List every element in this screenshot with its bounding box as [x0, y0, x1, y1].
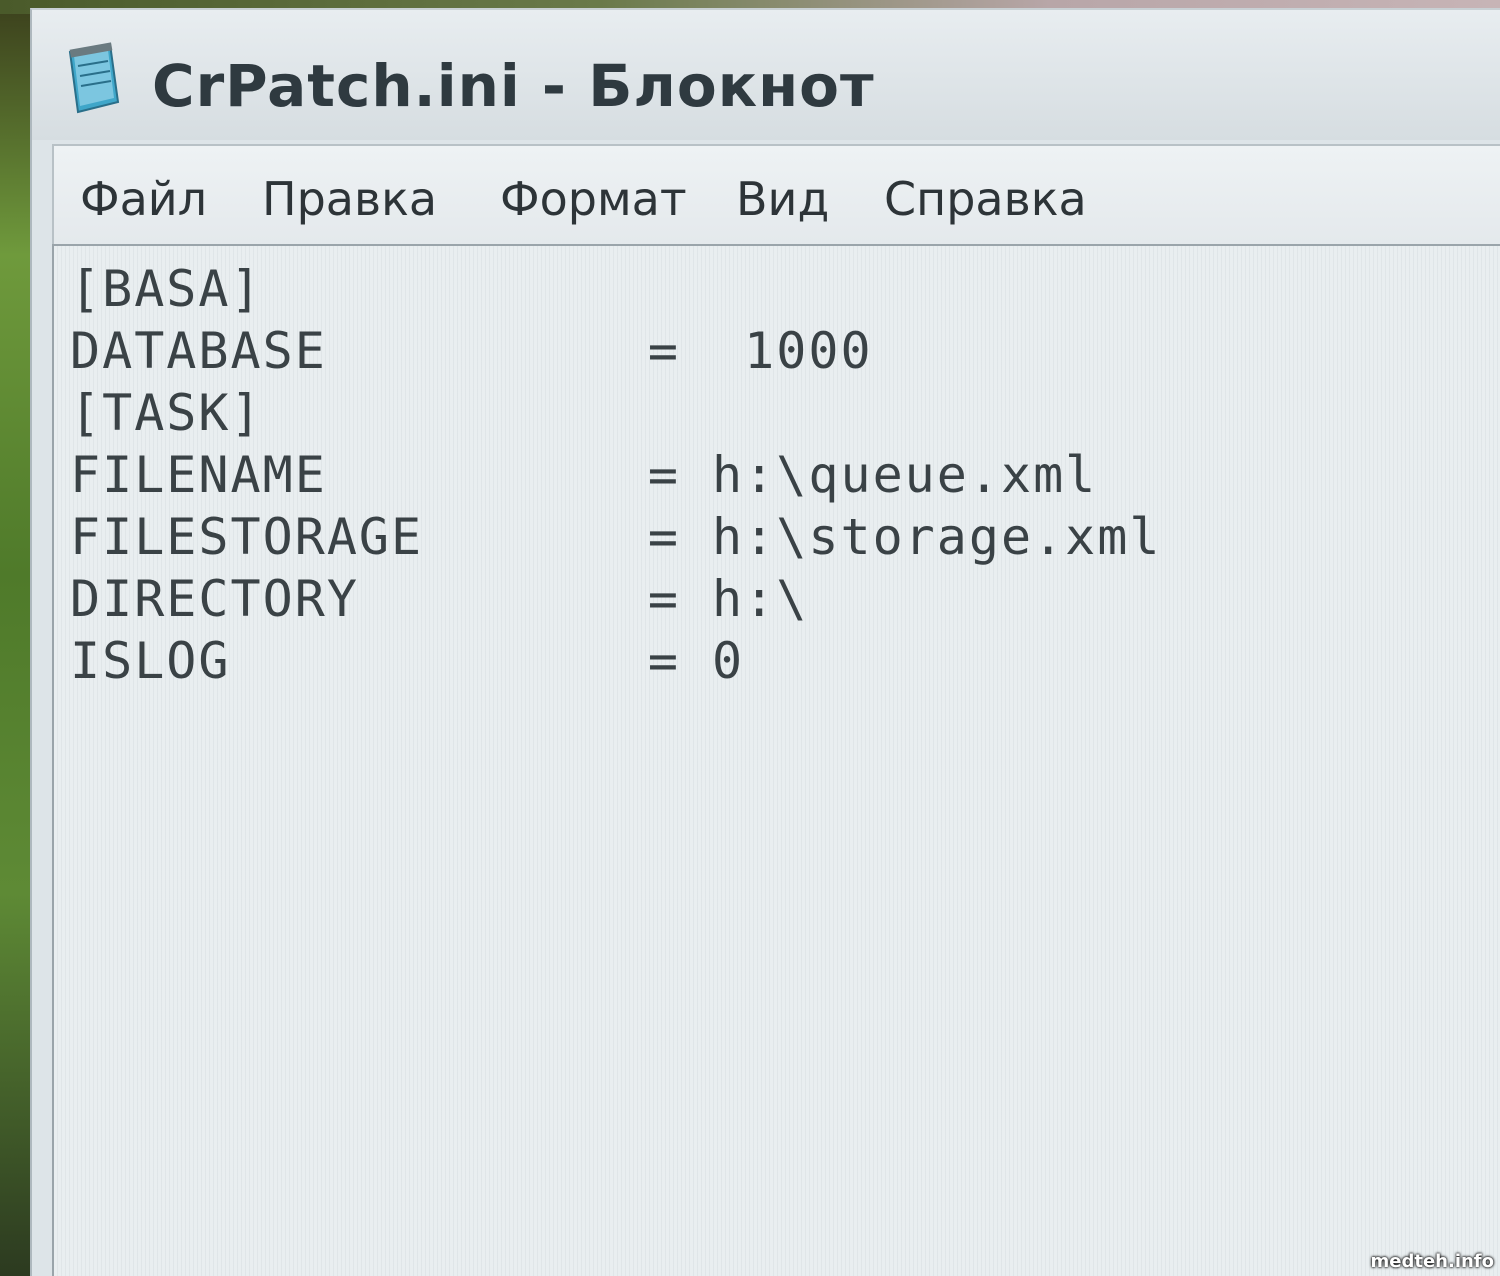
- title-bar[interactable]: CrPatch.ini - Блокнот: [32, 10, 1500, 140]
- menu-edit[interactable]: Правка: [262, 172, 437, 226]
- text-editor-area[interactable]: [BASA] DATABASE = 1000 [TASK] FILENAME =…: [52, 244, 1500, 1276]
- menu-format[interactable]: Формат: [500, 172, 687, 226]
- notepad-icon: [62, 42, 124, 114]
- menu-help[interactable]: Справка: [884, 172, 1087, 226]
- menu-file[interactable]: Файл: [80, 172, 207, 226]
- menu-view[interactable]: Вид: [736, 172, 829, 226]
- watermark: medteh.info: [1370, 1251, 1495, 1272]
- notepad-window: CrPatch.ini - Блокнот Файл Правка Формат…: [30, 8, 1500, 1276]
- editor-content[interactable]: [BASA] DATABASE = 1000 [TASK] FILENAME =…: [70, 258, 1162, 692]
- window-title: CrPatch.ini - Блокнот: [152, 52, 875, 120]
- menu-bar: Файл Правка Формат Вид Справка: [52, 144, 1500, 244]
